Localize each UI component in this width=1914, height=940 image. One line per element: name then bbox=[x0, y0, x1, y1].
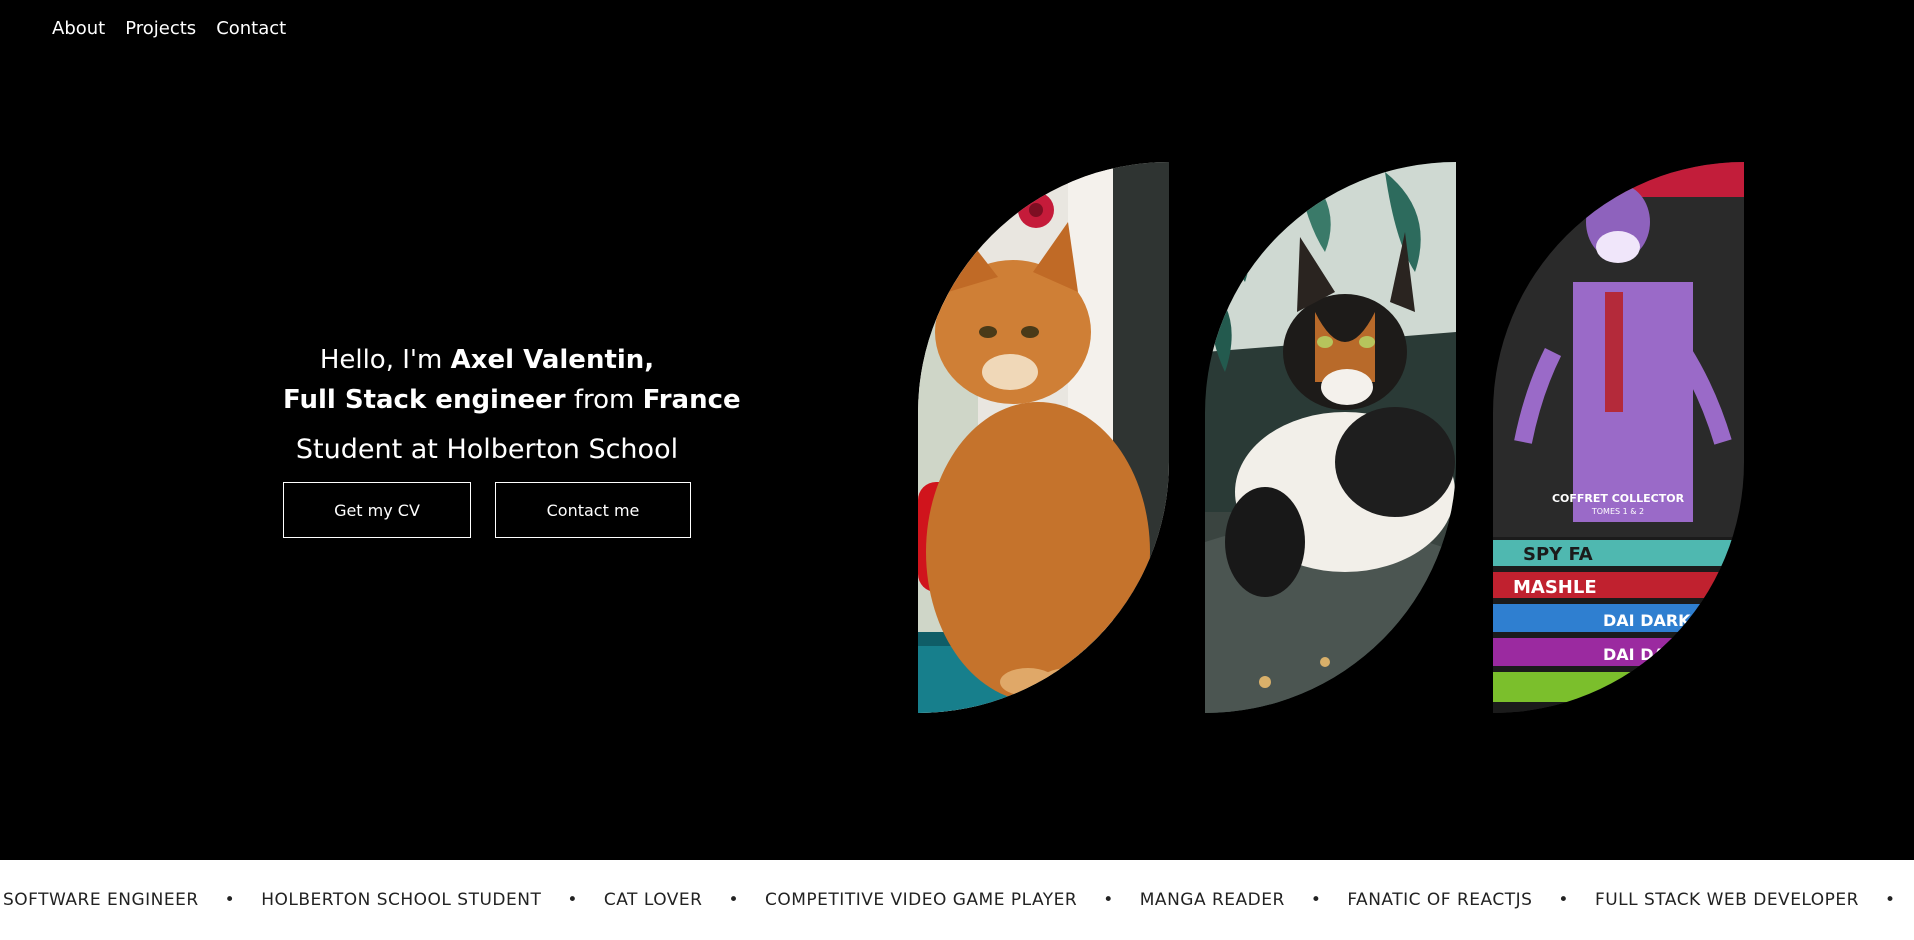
marquee-separator: • bbox=[1884, 890, 1896, 910]
orange-cat-photo bbox=[918, 162, 1169, 713]
marquee-separator: • bbox=[728, 890, 740, 910]
marquee-separator: • bbox=[1558, 890, 1569, 910]
calico-cat-photo bbox=[1205, 162, 1456, 713]
get-cv-button[interactable]: Get my CV bbox=[283, 482, 471, 538]
greeting-prefix: Hello, I'm bbox=[319, 345, 443, 375]
nav-contact-link[interactable]: Contact bbox=[216, 18, 286, 39]
poster-text-line2: TOMES 1 & 2 bbox=[1591, 507, 1644, 516]
hero-buttons: Get my CV Contact me bbox=[283, 482, 691, 538]
spine-label-1: SPY FA bbox=[1523, 544, 1593, 565]
marquee-separator: • bbox=[1103, 890, 1114, 910]
marquee-separator: • bbox=[224, 890, 236, 910]
spine-label-2: MASHLE bbox=[1513, 577, 1597, 598]
hero-section: Hello, I'm Axel Valentin, Full Stack eng… bbox=[283, 340, 741, 538]
hero-name: Axel Valentin, bbox=[450, 345, 655, 375]
spine-label-4: DAI DARK bbox=[1603, 645, 1691, 664]
spine-label-3: DAI DARK bbox=[1603, 611, 1691, 630]
marquee-separator: • bbox=[567, 890, 578, 910]
marquee-item: HOLBERTON SCHOOL STUDENT bbox=[261, 890, 542, 910]
nav-about-link[interactable]: About bbox=[52, 18, 105, 39]
gallery-image-orange-cat bbox=[918, 162, 1169, 713]
hero-greeting: Hello, I'm Axel Valentin, bbox=[283, 340, 691, 380]
hero-role: Full Stack engineer bbox=[283, 385, 566, 415]
marquee-item: COMPETITIVE VIDEO GAME PLAYER bbox=[765, 890, 1078, 910]
marquee-item: FANATIC OF REACTJS bbox=[1347, 890, 1533, 910]
gallery-image-calico-cat bbox=[1205, 162, 1456, 713]
marquee-item: MANGA READER bbox=[1139, 890, 1285, 910]
hero-role-line: Full Stack engineer from France bbox=[283, 380, 741, 420]
nav-projects-link[interactable]: Projects bbox=[125, 18, 196, 39]
marquee-item: CAT LOVER bbox=[603, 890, 703, 910]
skills-marquee: SOFTWARE ENGINEER • HOLBERTON SCHOOL STUDE… bbox=[0, 860, 1914, 940]
hero-subtitle: Student at Holberton School bbox=[295, 434, 679, 465]
contact-me-button[interactable]: Contact me bbox=[495, 482, 691, 538]
hero-from: from bbox=[573, 385, 635, 415]
marquee-track: SOFTWARE ENGINEER • HOLBERTON SCHOOL STUDE… bbox=[3, 890, 1914, 910]
marquee-item: SOFTWARE ENGINEER bbox=[3, 890, 199, 910]
gallery-image-manga-collection: COFFRET COLLECTOR TOMES 1 & 2 SPY FA MAS… bbox=[1493, 162, 1744, 713]
hero-country: France bbox=[642, 385, 741, 415]
poster-text-line1: COFFRET COLLECTOR bbox=[1552, 492, 1685, 505]
marquee-separator: • bbox=[1310, 890, 1322, 910]
manga-collection-photo: COFFRET COLLECTOR TOMES 1 & 2 SPY FA MAS… bbox=[1493, 162, 1744, 713]
marquee-item: FULL STACK WEB DEVELOPER bbox=[1594, 890, 1859, 910]
top-nav: About Projects Contact bbox=[52, 18, 286, 39]
